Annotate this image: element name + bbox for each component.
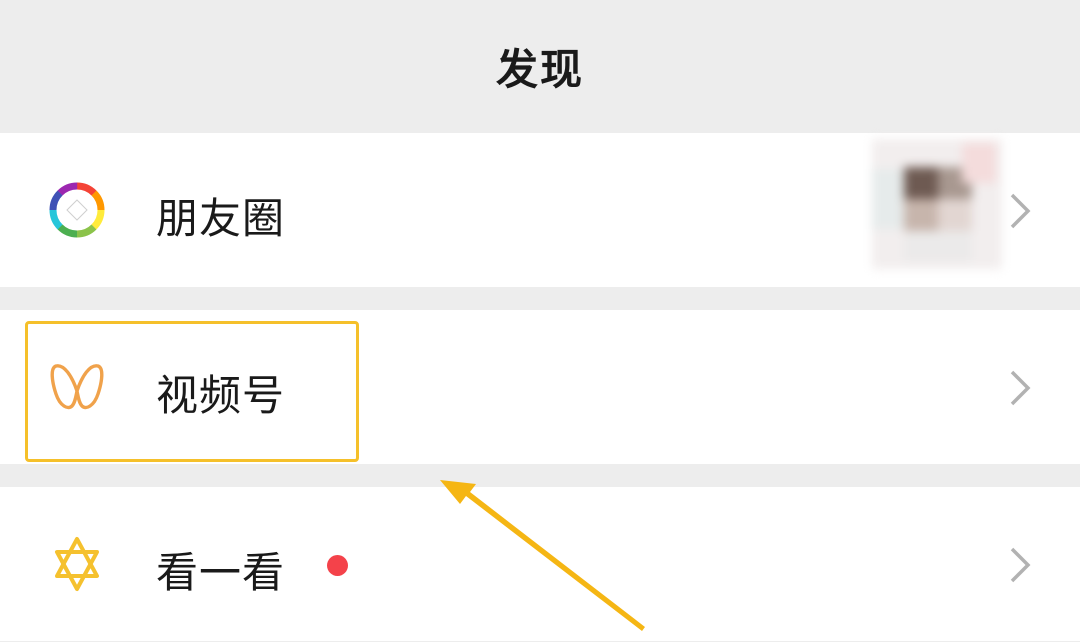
annotation-arrow bbox=[440, 480, 645, 631]
